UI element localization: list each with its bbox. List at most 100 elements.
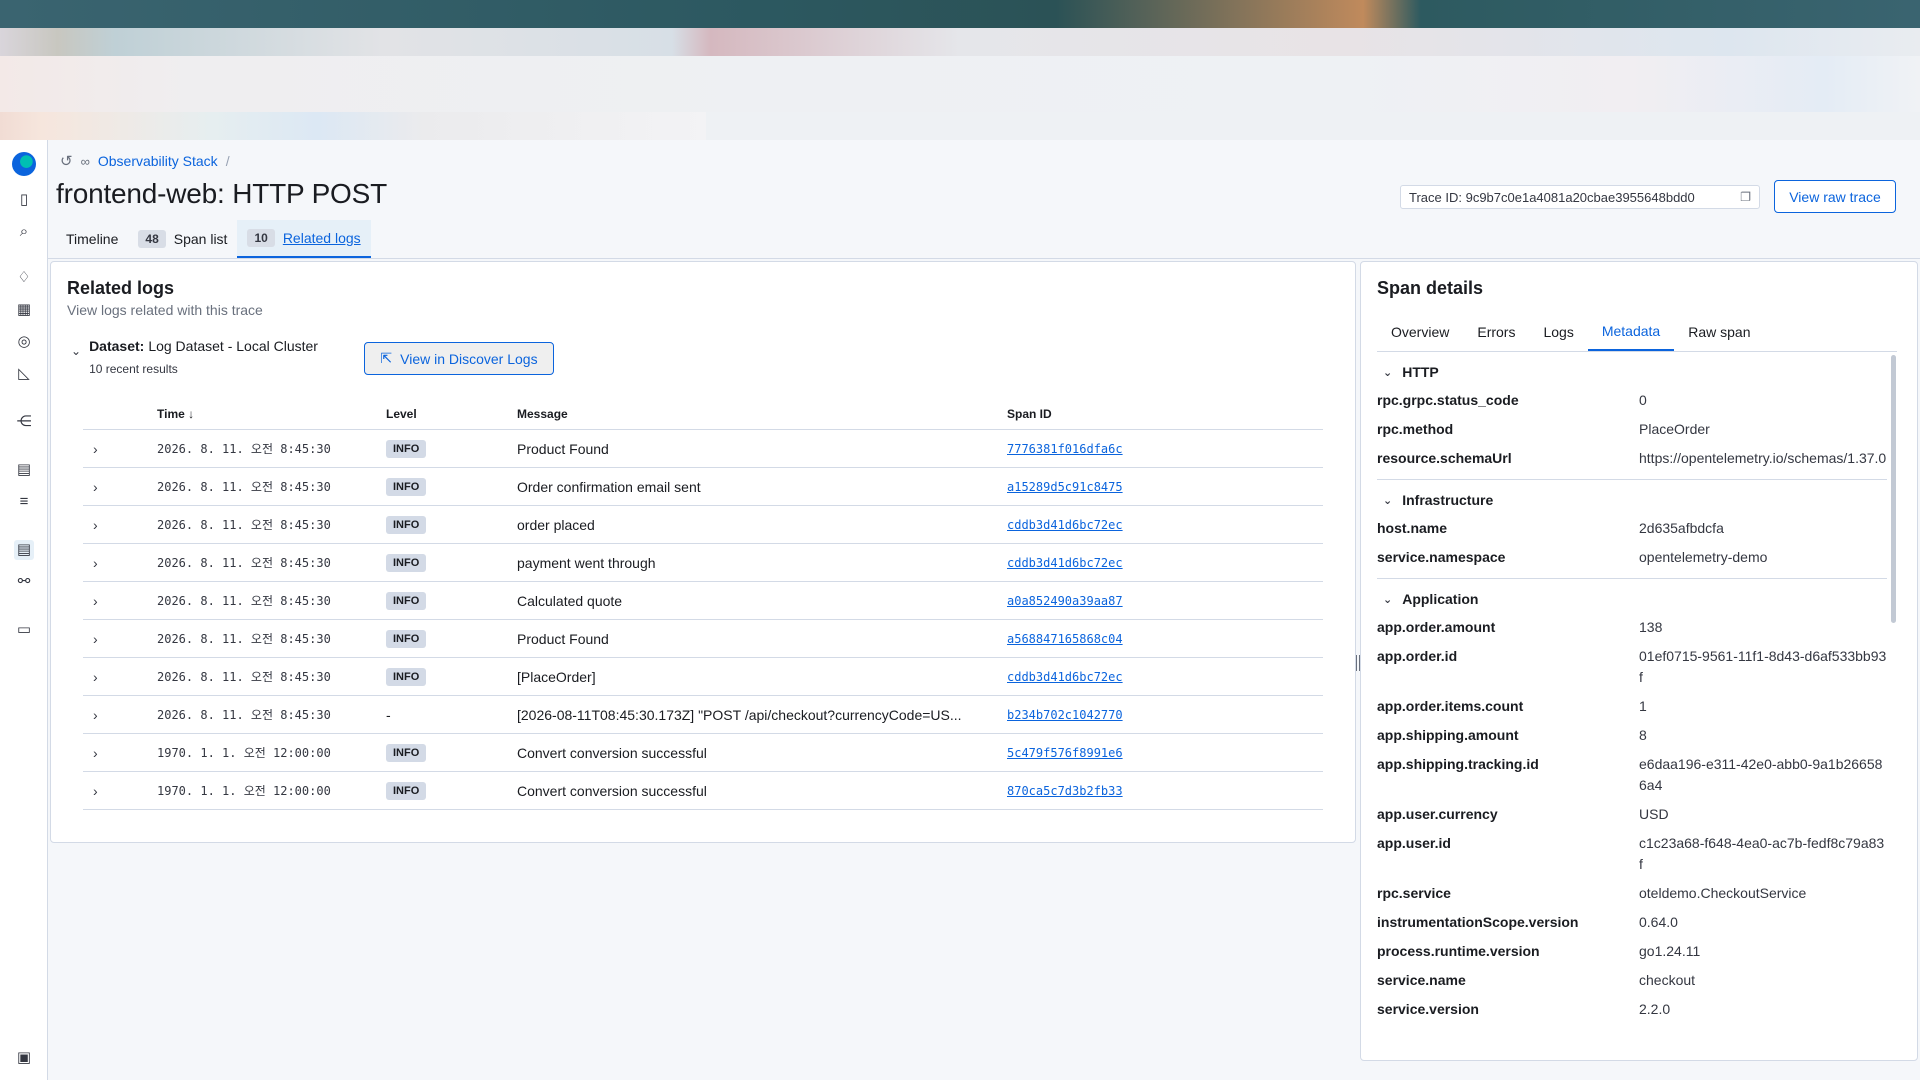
visualize-icon[interactable]: ◺ bbox=[14, 364, 34, 384]
logs-icon[interactable]: ▤ bbox=[14, 540, 34, 560]
metadata-row: app.order.amount 138 bbox=[1377, 613, 1887, 642]
view-raw-trace-button[interactable]: View raw trace bbox=[1774, 180, 1896, 213]
alerts-icon[interactable]: ♢ bbox=[14, 268, 34, 288]
table-row[interactable]: › 2026. 8. 11. 오전 8:45:30 INFO payment went… bbox=[83, 544, 1323, 582]
section-application[interactable]: ⌄ Application bbox=[1377, 585, 1887, 613]
column-level: Level bbox=[386, 406, 417, 421]
metadata-key: app.user.id bbox=[1377, 835, 1451, 851]
span-id-link[interactable]: a15289d5c91c8475 bbox=[1007, 480, 1323, 494]
log-time: 2026. 8. 11. 오전 8:45:30 bbox=[157, 480, 331, 494]
column-time[interactable]: Time ↓ bbox=[157, 407, 386, 421]
span-id-link[interactable]: cddb3d41d6bc72ec bbox=[1007, 556, 1323, 570]
table-row[interactable]: › 2026. 8. 11. 오전 8:45:30 INFO [PlaceOrder]… bbox=[83, 658, 1323, 696]
app-logo-icon[interactable] bbox=[12, 152, 36, 176]
span-id-link[interactable]: 7776381f016dfa6c bbox=[1007, 442, 1323, 456]
table-row[interactable]: › 2026. 8. 11. 오전 8:45:30 INFO Product Foun… bbox=[83, 430, 1323, 468]
level-badge: INFO bbox=[386, 744, 427, 762]
log-message: [2026-08-11T08:45:30.173Z] "POST /api/ch… bbox=[517, 706, 962, 723]
tab-logs[interactable]: Logs bbox=[1529, 312, 1587, 351]
page-title: frontend-web: HTTP POST bbox=[56, 178, 388, 209]
metadata-row: host.name 2d635afbdcfa bbox=[1377, 514, 1887, 543]
details-scrollbar[interactable] bbox=[1891, 355, 1896, 623]
chevron-right-icon[interactable]: › bbox=[83, 517, 157, 533]
metadata-value: PlaceOrder bbox=[1639, 421, 1710, 437]
copy-icon[interactable]: ❐ bbox=[1740, 190, 1751, 204]
span-id-link[interactable]: 870ca5c7d3b2fb33 bbox=[1007, 784, 1323, 798]
history-icon[interactable]: ↺ bbox=[60, 152, 73, 170]
metadata-key: app.order.amount bbox=[1377, 619, 1496, 635]
tab-timeline[interactable]: Timeline bbox=[56, 220, 128, 258]
breadcrumb-observability-stack[interactable]: Observability Stack bbox=[98, 153, 218, 169]
metadata-key: service.name bbox=[1377, 972, 1466, 988]
span-id-link[interactable]: cddb3d41d6bc72ec bbox=[1007, 670, 1323, 684]
section-infrastructure[interactable]: ⌄ Infrastructure bbox=[1377, 486, 1887, 514]
metadata-row: app.shipping.amount 8 bbox=[1377, 721, 1887, 750]
metadata-row: service.version 2.2.0 bbox=[1377, 995, 1887, 1024]
metadata-value: e6daa196-e311-42e0-abb0-9a1b266586a4 bbox=[1639, 756, 1883, 793]
chevron-right-icon[interactable]: › bbox=[83, 745, 157, 761]
level-badge: INFO bbox=[386, 592, 427, 610]
dock-icon[interactable]: ▣ bbox=[14, 1048, 34, 1068]
stack-icon[interactable]: ▭ bbox=[14, 620, 34, 640]
traces-icon[interactable]: ⋲ bbox=[14, 412, 34, 432]
tab-related-logs[interactable]: 10 Related logs bbox=[237, 220, 371, 258]
settings-sliders-icon[interactable]: ≡ bbox=[14, 492, 34, 512]
metadata-value: oteldemo.CheckoutService bbox=[1639, 885, 1807, 901]
chevron-right-icon[interactable]: › bbox=[83, 593, 157, 609]
table-row[interactable]: › 2026. 8. 11. 오전 8:45:30 INFO order placed… bbox=[83, 506, 1323, 544]
metadata-key: rpc.method bbox=[1377, 421, 1454, 437]
level-badge: INFO bbox=[386, 782, 427, 800]
table-row[interactable]: › 2026. 8. 11. 오전 8:45:30 INFO Order confir… bbox=[83, 468, 1323, 506]
section-http[interactable]: ⌄ HTTP bbox=[1377, 358, 1887, 386]
log-message: [PlaceOrder] bbox=[517, 668, 596, 685]
span-id-link[interactable]: b234b702c1042770 bbox=[1007, 708, 1323, 722]
related-logs-panel: Related logs View logs related with this… bbox=[50, 261, 1356, 843]
chevron-right-icon[interactable]: › bbox=[83, 631, 157, 647]
chevron-right-icon[interactable]: › bbox=[83, 479, 157, 495]
view-in-discover-button[interactable]: ⇱ View in Discover Logs bbox=[364, 342, 554, 375]
metadata-value: https://opentelemetry.io/schemas/1.37.0 bbox=[1639, 450, 1887, 466]
level-badge: INFO bbox=[386, 668, 427, 686]
table-row[interactable]: › 2026. 8. 11. 오전 8:45:30 INFO Calculated q… bbox=[83, 582, 1323, 620]
discover-icon[interactable]: ◎ bbox=[14, 332, 34, 352]
panel-toggle-icon[interactable]: ▯ bbox=[14, 190, 34, 210]
reports-icon[interactable]: ▤ bbox=[14, 460, 34, 480]
tab-count: 10 bbox=[247, 229, 275, 247]
chevron-down-icon[interactable]: ⌄ bbox=[71, 344, 81, 376]
metadata-key: app.order.items.count bbox=[1377, 698, 1524, 714]
tab-overview[interactable]: Overview bbox=[1377, 312, 1463, 351]
chevron-down-icon: ⌄ bbox=[1383, 494, 1393, 507]
log-time: 2026. 8. 11. 오전 8:45:30 bbox=[157, 556, 331, 570]
chevron-right-icon[interactable]: › bbox=[83, 441, 157, 457]
table-row[interactable]: › 1970. 1. 1. 오전 12:00:00 INFO Convert conv… bbox=[83, 734, 1323, 772]
chevron-right-icon[interactable]: › bbox=[83, 669, 157, 685]
tab-errors[interactable]: Errors bbox=[1463, 312, 1529, 351]
span-id-link[interactable]: a0a852490a39aa87 bbox=[1007, 594, 1323, 608]
chevron-right-icon[interactable]: › bbox=[83, 707, 157, 723]
metadata-key: host.name bbox=[1377, 520, 1448, 536]
log-time: 1970. 1. 1. 오전 12:00:00 bbox=[157, 784, 331, 798]
table-row[interactable]: › 2026. 8. 11. 오전 8:45:30 INFO Product Foun… bbox=[83, 620, 1323, 658]
chevron-right-icon[interactable]: › bbox=[83, 783, 157, 799]
table-row[interactable]: › 2026. 8. 11. 오전 8:45:30 - [2026-08-11T08:… bbox=[83, 696, 1323, 734]
log-time: 2026. 8. 11. 오전 8:45:30 bbox=[157, 518, 331, 532]
dataset-group: ⌄ Dataset: Log Dataset - Local Cluster 10… bbox=[71, 338, 318, 376]
tab-label: Related logs bbox=[282, 230, 361, 246]
span-id-link[interactable]: cddb3d41d6bc72ec bbox=[1007, 518, 1323, 532]
log-time: 2026. 8. 11. 오전 8:45:30 bbox=[157, 708, 331, 722]
tab-raw-span[interactable]: Raw span bbox=[1674, 312, 1764, 351]
binoculars-icon: ∞ bbox=[80, 153, 90, 169]
dashboards-icon[interactable]: ▦ bbox=[14, 300, 34, 320]
search-icon[interactable]: ⌕ bbox=[14, 222, 34, 242]
tab-metadata[interactable]: Metadata bbox=[1587, 312, 1675, 351]
tab-span-list[interactable]: 48 Span list bbox=[128, 220, 237, 258]
chevron-right-icon[interactable]: › bbox=[83, 555, 157, 571]
level-badge: INFO bbox=[386, 630, 427, 648]
table-row[interactable]: › 1970. 1. 1. 오전 12:00:00 INFO Convert conv… bbox=[83, 772, 1323, 810]
span-id-link[interactable]: a568847165868c04 bbox=[1007, 632, 1323, 646]
span-id-link[interactable]: 5c479f576f8991e6 bbox=[1007, 746, 1323, 760]
trace-id-text: Trace ID: 9c9b7c0e1a4081a20cbae3955648bd… bbox=[1409, 189, 1695, 205]
services-icon[interactable]: ⚯ bbox=[14, 572, 34, 592]
left-nav: ▯ ⌕ ♢ ▦ ◎ ◺ ⋲ ▤ ≡ ▤ ⚯ ▭ ▣ bbox=[0, 140, 48, 1080]
metadata-value: opentelemetry-demo bbox=[1639, 549, 1768, 565]
